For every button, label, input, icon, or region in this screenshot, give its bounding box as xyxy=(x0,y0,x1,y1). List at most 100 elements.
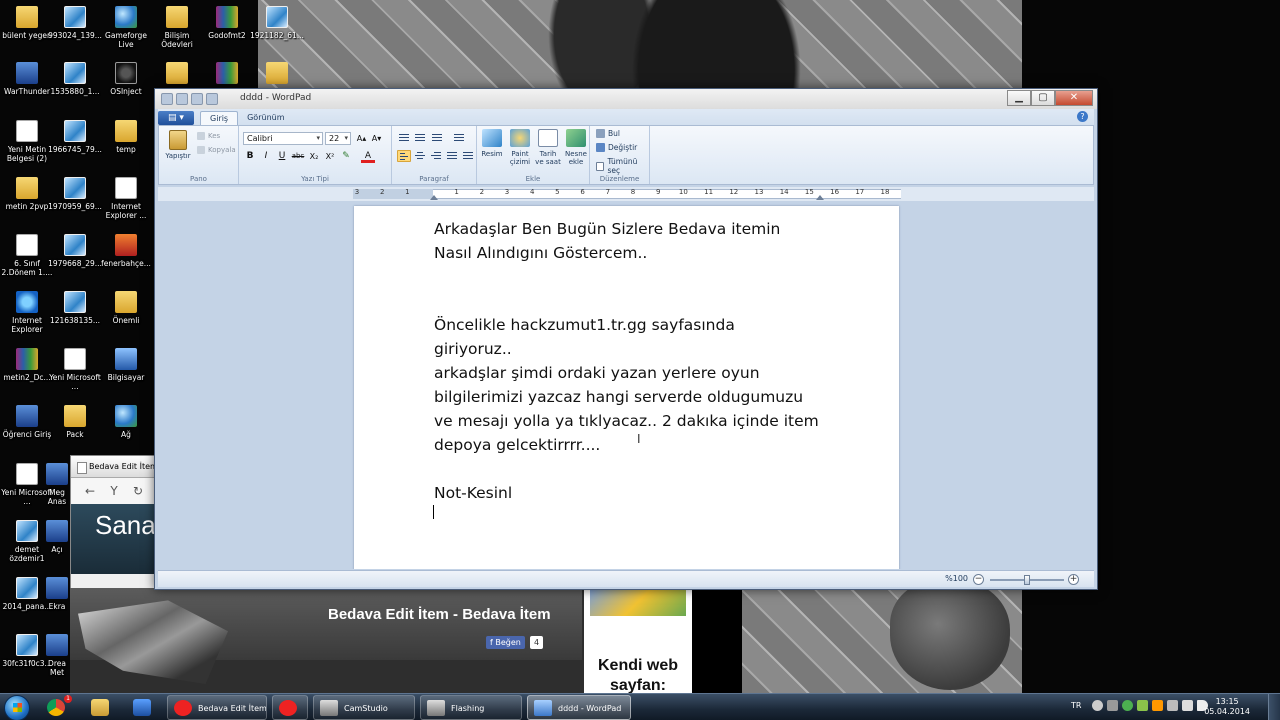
clock[interactable]: 13:15 05.04.2014 xyxy=(1204,697,1250,717)
align-left-button[interactable] xyxy=(397,150,411,162)
desktop-icon-pack[interactable]: Pack xyxy=(48,405,102,439)
facebook-like-button[interactable]: f Beğen xyxy=(486,636,525,649)
desktop-icon-ogrenci-giris[interactable]: Öğrenci Giriş xyxy=(0,405,54,439)
task-yandex[interactable] xyxy=(272,695,308,720)
desktop-icon-image-1921182[interactable]: 1921182_61... xyxy=(250,6,304,40)
tab-gorunum[interactable]: Görünüm xyxy=(238,111,293,125)
zoom-level[interactable]: %100 xyxy=(945,574,968,583)
refresh-icon[interactable]: ↻ xyxy=(129,484,147,498)
desktop-icon-aci[interactable]: Açı xyxy=(40,520,74,554)
underline-button[interactable]: U xyxy=(275,150,289,163)
tab-giris[interactable]: Giriş xyxy=(200,111,239,125)
desktop-icon-drea-met[interactable]: Drea Met xyxy=(40,634,74,677)
highlight-color-button[interactable]: ✎ xyxy=(339,150,353,163)
zoom-slider-thumb[interactable] xyxy=(1024,575,1030,585)
show-desktop-button[interactable] xyxy=(1268,694,1280,720)
desktop-icon-yeni-metin-belgesi[interactable]: Yeni Metin Belgesi (2) xyxy=(0,120,54,163)
document-text[interactable]: Arkadaşlar Ben Bugün Sizlere Bedava item… xyxy=(434,217,834,505)
browser-tab[interactable]: Bedava Edit İtem xyxy=(71,456,159,478)
task-browser[interactable]: Bedava Edit İtem ... xyxy=(167,695,267,720)
network-icon[interactable] xyxy=(1182,700,1193,711)
minimize-button[interactable]: ▁ xyxy=(1007,90,1031,106)
desktop-icon-warthunder[interactable]: WarThunder xyxy=(0,62,54,96)
left-indent-marker[interactable] xyxy=(430,195,438,200)
desktop-icon-image-121638135[interactable]: 121638135... xyxy=(48,291,102,325)
desktop-icon-internet-explorer-shortcut[interactable]: Internet Explorer ... xyxy=(99,177,153,220)
italic-button[interactable]: I xyxy=(259,150,273,163)
desktop-icon-folder-small-2[interactable] xyxy=(250,62,304,87)
yandex-logo-icon[interactable]: Y xyxy=(105,484,123,498)
zoom-slider[interactable] xyxy=(990,575,1064,585)
insert-picture-button[interactable]: Resim xyxy=(479,129,505,158)
desktop-icon-ekra[interactable]: Ekra xyxy=(40,577,74,611)
desktop-icon-6-sinif[interactable]: 6. Sınıf 2.Dönem 1.... xyxy=(0,234,54,277)
desktop-icon-osinject[interactable]: OSInject xyxy=(99,62,153,96)
right-indent-marker[interactable] xyxy=(816,195,824,200)
back-arrow-icon[interactable]: ← xyxy=(81,484,99,498)
desktop-icon-image-1970959[interactable]: 1970959_69... xyxy=(48,177,102,211)
app-menu-button[interactable]: ▤ ▾ xyxy=(158,111,194,125)
language-indicator[interactable]: TR xyxy=(1071,701,1081,710)
tray-app-icon[interactable] xyxy=(1092,700,1103,711)
desktop-icon-godofmt2[interactable]: Godofmt2 xyxy=(200,6,254,40)
title-bar[interactable]: dddd - WordPad ▁ ▢ ✕ xyxy=(155,89,1097,109)
document-area[interactable]: Arkadaşlar Ben Bugün Sizlere Bedava item… xyxy=(158,202,1094,569)
line-spacing-button[interactable] xyxy=(452,132,466,144)
subscript-button[interactable]: X₂ xyxy=(307,150,321,163)
desktop-icon-yeni-microsoft-word[interactable]: Yeni Microsoft ... xyxy=(48,348,102,391)
webpage-side-ad[interactable]: Kendi web sayfan: xyxy=(584,588,692,693)
align-right-button[interactable] xyxy=(429,150,443,162)
desktop-icon-gameforge-live[interactable]: Gameforge Live xyxy=(99,6,153,49)
desktop-icon-image-1979668[interactable]: 1979668_29... xyxy=(48,234,102,268)
desktop-icon-bilgisayar[interactable]: Bilgisayar xyxy=(99,348,153,382)
align-center-button[interactable] xyxy=(413,150,427,162)
date-time-button[interactable]: Tarih ve saat xyxy=(535,129,561,166)
font-family-select[interactable]: Calibri xyxy=(243,132,323,145)
tray-app-icon[interactable] xyxy=(1122,700,1133,711)
desktop-icon-image-1535880[interactable]: 1535880_1... xyxy=(48,62,102,96)
text-color-button[interactable]: A xyxy=(361,150,375,163)
wordpad-window[interactable]: dddd - WordPad ▁ ▢ ✕ ▤ ▾ Giriş Görünüm ?… xyxy=(154,88,1098,590)
close-button[interactable]: ✕ xyxy=(1055,90,1093,106)
tray-app-icon[interactable] xyxy=(1152,700,1163,711)
paste-button[interactable]: Yapıştır xyxy=(164,130,192,160)
help-icon[interactable]: ? xyxy=(1077,111,1088,122)
desktop-icon-metin2-dc[interactable]: metin2_Dc... xyxy=(0,348,54,382)
tray-app-icon[interactable] xyxy=(1107,700,1118,711)
tray-app-icon[interactable] xyxy=(1167,700,1178,711)
desktop-icon-folder-small[interactable] xyxy=(150,62,204,87)
task-wordpad[interactable]: dddd - WordPad xyxy=(527,695,631,720)
paragraph-settings-button[interactable] xyxy=(461,150,475,162)
shrink-font-button[interactable]: A▾ xyxy=(370,132,383,145)
insert-object-button[interactable]: Nesne ekle xyxy=(563,129,589,166)
desktop-icon-bulent-yegen[interactable]: bülent yegen xyxy=(0,6,54,40)
justify-button[interactable] xyxy=(445,150,459,162)
desktop-icon-onemli[interactable]: Önemli xyxy=(99,291,153,325)
pinned-chrome[interactable]: 1 xyxy=(38,695,74,720)
font-size-select[interactable]: 22 xyxy=(325,132,351,145)
task-flashing[interactable]: Flashing xyxy=(420,695,522,720)
select-all-button[interactable]: Tümünü seç xyxy=(596,157,649,175)
grow-font-button[interactable]: A▴ xyxy=(355,132,368,145)
task-camstudio[interactable]: CamStudio xyxy=(313,695,415,720)
find-button[interactable]: Bul xyxy=(596,129,620,138)
desktop-icon-internet-explorer[interactable]: Internet Explorer xyxy=(0,291,54,334)
zoom-in-button[interactable]: + xyxy=(1068,574,1079,585)
desktop-icon-metin-2pvp[interactable]: metin 2pvp xyxy=(0,177,54,211)
bold-button[interactable]: B xyxy=(243,150,257,163)
tray-app-icon[interactable] xyxy=(1137,700,1148,711)
pinned-explorer[interactable] xyxy=(82,695,118,720)
document-page[interactable]: Arkadaşlar Ben Bugün Sizlere Bedava item… xyxy=(354,206,899,569)
replace-button[interactable]: Değiştir xyxy=(596,143,637,152)
desktop-icon-bilisim-odevleri[interactable]: Bilişim Ödevleri xyxy=(150,6,204,49)
start-button[interactable] xyxy=(4,695,30,720)
pinned-media-player[interactable] xyxy=(124,695,160,720)
zoom-out-button[interactable]: − xyxy=(973,574,984,585)
superscript-button[interactable]: X² xyxy=(323,150,337,163)
cut-button[interactable]: Kes xyxy=(197,132,220,140)
desktop-icon-archive-small[interactable] xyxy=(200,62,254,87)
strikethrough-button[interactable]: abc xyxy=(291,150,305,163)
bullet-list-button[interactable] xyxy=(430,132,444,144)
ruler[interactable]: 3 2 1 1 2 3 4 5 6 7 8 9 10 11 12 13 14 15 16 17 18 xyxy=(158,187,1094,201)
increase-indent-button[interactable] xyxy=(413,132,427,144)
